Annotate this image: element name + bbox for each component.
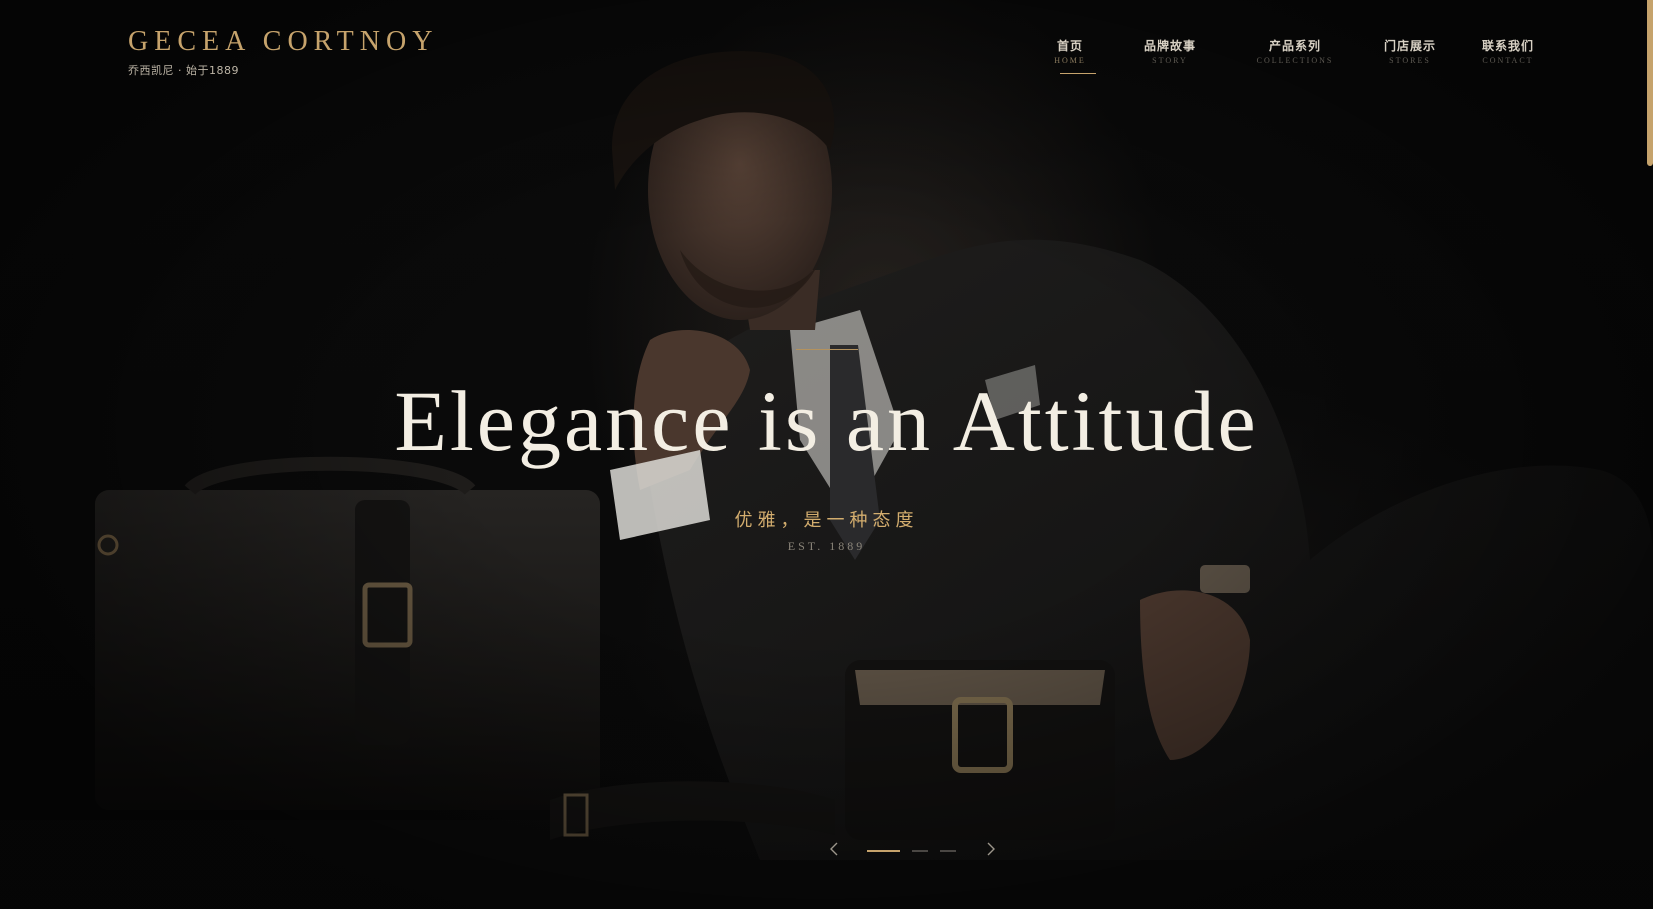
slider-prev-button[interactable] <box>826 840 844 858</box>
slider-next-button[interactable] <box>981 840 999 858</box>
main-nav: 首页 HOME 品牌故事 STORY 产品系列 COLLECTIONS 门店展示… <box>1040 37 1538 74</box>
brand-name: GECEA CORTNOY <box>128 26 439 57</box>
nav-item-home[interactable]: 首页 HOME <box>1040 37 1100 74</box>
brand-logo[interactable]: GECEA CORTNOY 乔西凯尼 · 始于1889 <box>128 26 438 78</box>
slider-dot-3[interactable] <box>940 850 956 852</box>
chevron-right-icon <box>987 842 995 856</box>
nav-active-indicator <box>1060 73 1096 74</box>
hero-subtitle-cn: 优雅，是一种态度 <box>734 510 919 531</box>
nav-item-stores[interactable]: 门店展示 STORES <box>1380 37 1440 65</box>
nav-item-label-en: STORY <box>1152 56 1188 65</box>
brand-subtitle: 乔西凯尼 · 始于1889 <box>128 64 239 77</box>
chevron-left-icon <box>830 842 838 856</box>
slider-dot-2[interactable] <box>912 850 928 852</box>
nav-item-label-en: CONTACT <box>1482 56 1534 65</box>
nav-item-label-cn: 联系我们 <box>1481 39 1534 53</box>
hero-established: EST. 1889 <box>787 539 866 553</box>
nav-item-story[interactable]: 品牌故事 STORY <box>1140 37 1200 65</box>
page-scrollbar-thumb[interactable] <box>1647 0 1653 166</box>
headline-divider <box>796 349 858 350</box>
nav-item-collections[interactable]: 产品系列 COLLECTIONS <box>1250 37 1340 65</box>
nav-item-label-cn: 品牌故事 <box>1143 39 1196 53</box>
nav-item-label-cn: 门店展示 <box>1383 39 1436 53</box>
slider-dot-1[interactable] <box>867 850 900 852</box>
nav-item-label-en: HOME <box>1054 56 1086 65</box>
nav-item-label-en: COLLECTIONS <box>1256 56 1334 65</box>
nav-item-label-en: STORES <box>1389 56 1431 65</box>
nav-item-contact[interactable]: 联系我们 CONTACT <box>1478 37 1538 65</box>
nav-item-label-cn: 产品系列 <box>1268 39 1321 53</box>
hero-headline: Elegance is an Attitude <box>394 373 1259 469</box>
nav-item-label-cn: 首页 <box>1056 39 1083 53</box>
